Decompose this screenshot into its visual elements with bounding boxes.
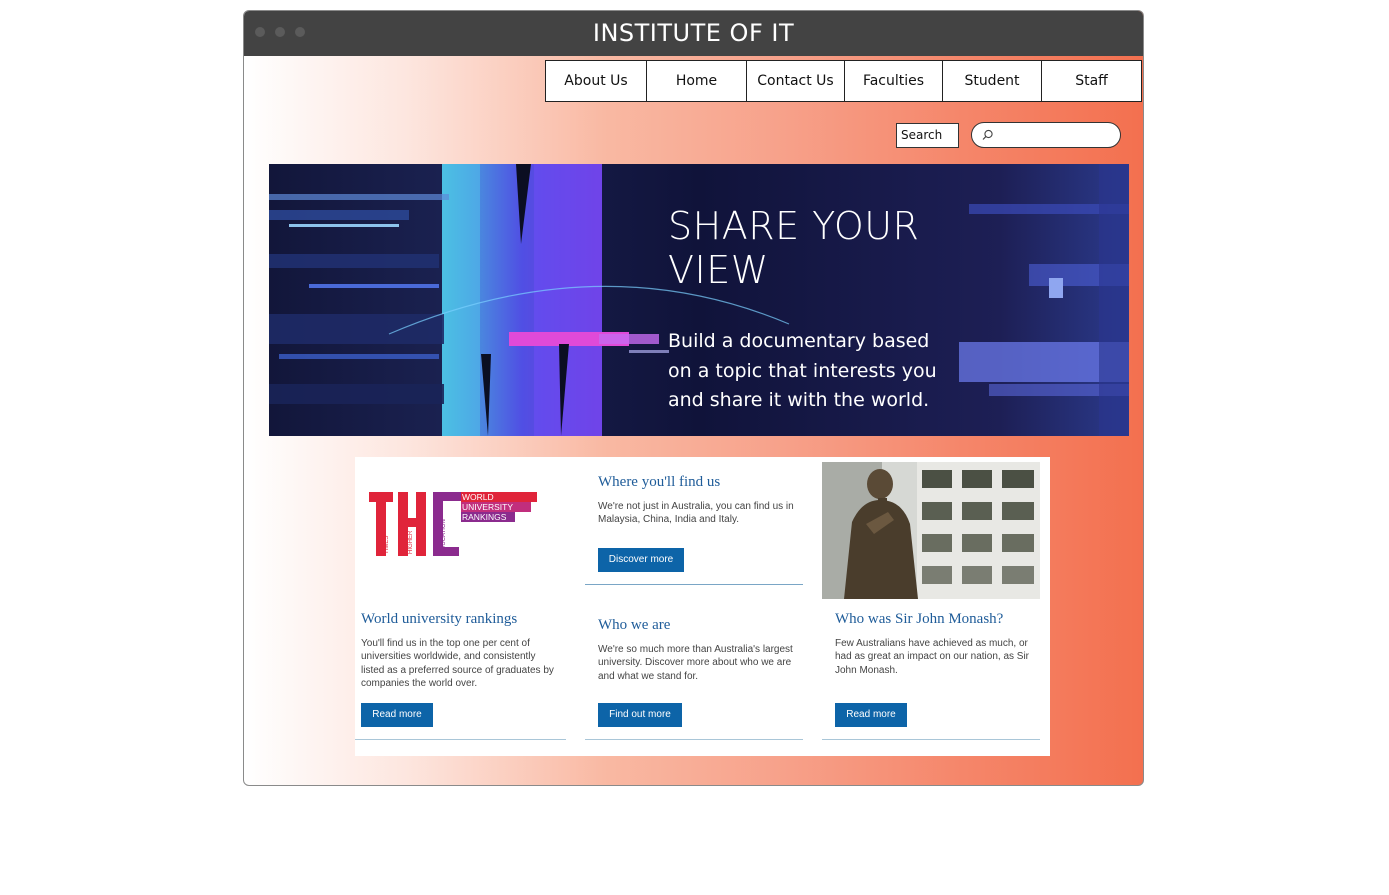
- find-us-title[interactable]: Where you'll find us: [598, 474, 720, 491]
- rankings-text: You'll find us in the top one per cent o…: [361, 638, 554, 689]
- monash-title[interactable]: Who was Sir John Monash?: [835, 611, 1003, 628]
- discover-more-button[interactable]: Discover more: [598, 548, 684, 572]
- who-we-are-title[interactable]: Who we are: [598, 617, 670, 634]
- monash-divider: [822, 739, 1040, 740]
- svg-text:WORLD: WORLD: [462, 492, 494, 502]
- nav-contact-us[interactable]: Contact Us: [746, 61, 844, 101]
- hero-title: SHARE YOUR VIEW: [668, 204, 920, 292]
- svg-text:TIMES: TIMES: [384, 536, 390, 554]
- monash-text: Few Australians have achieved as much, o…: [835, 638, 1030, 676]
- browser-window: INSTITUTE OF IT About Us Home Contact Us…: [243, 10, 1144, 786]
- search-icon: [982, 129, 993, 140]
- svg-text:UNIVERSITY: UNIVERSITY: [462, 502, 513, 512]
- rankings-title[interactable]: World university rankings: [361, 611, 517, 628]
- nav-home[interactable]: Home: [646, 61, 746, 101]
- svg-text:EDUCATION: EDUCATION: [441, 519, 447, 554]
- search-input[interactable]: [998, 126, 1117, 146]
- search-field: [971, 122, 1121, 148]
- title-bar: INSTITUTE OF IT: [244, 11, 1143, 56]
- the-logo-icon: WORLD UNIVERSITY RANKINGS TIMES HIGHER E…: [369, 492, 537, 556]
- monash-statue-icon: [822, 462, 1040, 599]
- rankings-read-more-button[interactable]: Read more: [361, 703, 433, 727]
- svg-text:RANKINGS: RANKINGS: [462, 512, 507, 522]
- find-out-more-button[interactable]: Find out more: [598, 703, 682, 727]
- who-we-are-text: We're so much more than Australia's larg…: [598, 644, 793, 682]
- hero-subtitle: Build a documentary based on a topic tha…: [668, 330, 937, 411]
- find-us-divider: [585, 584, 803, 585]
- rankings-divider: [355, 739, 566, 740]
- nav-staff[interactable]: Staff: [1041, 61, 1141, 101]
- hero-banner: SHARE YOUR VIEW Build a documentary base…: [269, 164, 1129, 436]
- monash-statue-image: [822, 462, 1040, 599]
- search-button[interactable]: Search: [896, 123, 959, 148]
- find-us-text: We're not just in Australia, you can fin…: [598, 501, 794, 526]
- the-rankings-logo: WORLD UNIVERSITY RANKINGS TIMES HIGHER E…: [369, 492, 539, 562]
- nav-faculties[interactable]: Faculties: [844, 61, 942, 101]
- svg-text:HIGHER: HIGHER: [408, 530, 414, 554]
- monash-read-more-button[interactable]: Read more: [835, 703, 907, 727]
- who-we-are-divider: [585, 739, 803, 740]
- site-title: INSTITUTE OF IT: [592, 19, 795, 47]
- info-cards-panel: WORLD UNIVERSITY RANKINGS TIMES HIGHER E…: [355, 457, 1050, 756]
- nav-student[interactable]: Student: [942, 61, 1041, 101]
- nav-about-us[interactable]: About Us: [546, 61, 646, 101]
- main-nav: About Us Home Contact Us Faculties Stude…: [545, 60, 1142, 102]
